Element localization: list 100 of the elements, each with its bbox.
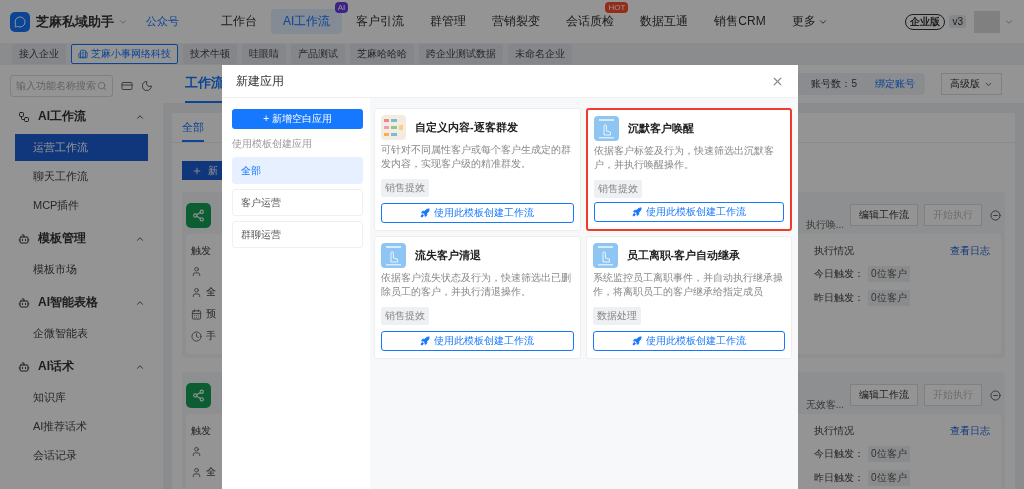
template-title: 员工离职-客户自动继承 (626, 248, 741, 263)
use-template-button[interactable]: 使用此模板创建工作流 (592, 331, 785, 351)
company-tab[interactable]: 技术牛顿 (183, 44, 237, 64)
template-title: 流失客户清退 (415, 248, 481, 263)
stat-label: 今日触发： (814, 447, 864, 461)
company-tab[interactable]: 芝麻小事网络科技 (71, 44, 178, 64)
view-log-link[interactable]: 查看日志 (950, 244, 990, 258)
user-icon (191, 446, 202, 457)
search-icon (97, 81, 107, 91)
stat-value: 0位客户 (868, 266, 910, 282)
stat-label: 今日触发： (814, 267, 864, 281)
hand-pointer-icon (592, 243, 618, 268)
nav-tab[interactable]: 更多 (779, 9, 840, 34)
template-description: 依据客户标签及行为，快速筛选出沉默客户，并执行唤醒操作。 (593, 144, 775, 172)
sidebar-item[interactable]: 模板市场 (15, 256, 148, 283)
sidebar-item[interactable]: AI推荐话术 (15, 413, 148, 440)
trigger-detail: 全 (206, 285, 216, 299)
trigger-detail: 手 (206, 329, 216, 343)
stat-label: 昨日触发： (814, 471, 864, 485)
template-description: 系统监控员工离职事件，并自动执行继承操作，将离职员工的客户继承给指定成员 (592, 271, 784, 299)
nav-badge: AI (334, 2, 349, 13)
nav-tab[interactable]: 数据互通 (628, 9, 701, 34)
stat-value: 0位客户 (868, 446, 910, 462)
robot-icon (18, 232, 30, 245)
trigger-label: 触发 (191, 424, 212, 438)
sidebar-item[interactable]: 聊天工作流 (15, 163, 148, 190)
nav-tab[interactable]: 工作台 (209, 9, 269, 34)
user-icon (191, 266, 202, 277)
dialog-title: 新建应用 (236, 72, 284, 90)
sidebar-item[interactable]: 知识库 (15, 384, 148, 411)
hand-pointer-icon (593, 116, 619, 141)
company-tab[interactable]: 产品测试 (291, 44, 345, 64)
template-description: 依据客户流失状态及行为，快速筛选出已删除员工的客户，并执行清退操作。 (381, 271, 572, 299)
sidebar-group-title[interactable]: AI工作流 (38, 108, 127, 125)
bind-account-link[interactable]: 绑定账号 (875, 77, 915, 91)
template-tag: 销售提效 (381, 179, 429, 197)
nav-tab[interactable]: 销售CRM (702, 9, 778, 34)
trigger-label: 触发 (191, 244, 212, 258)
status-title: 执行情况 (814, 244, 854, 258)
card-icon[interactable] (121, 80, 133, 92)
company-tab[interactable]: 未命名企业 (508, 44, 572, 64)
workflow-description: 无效客... (805, 398, 844, 412)
template-tag: 数据处理 (592, 307, 641, 325)
use-template-button[interactable]: 使用此模板创建工作流 (593, 202, 784, 222)
account-count: 账号数：5 (811, 77, 857, 91)
nav-tab[interactable]: 群管理 (418, 9, 479, 34)
status-title: 执行情况 (814, 424, 854, 438)
plus-icon (192, 165, 202, 176)
view-log-link[interactable]: 查看日志 (950, 424, 990, 438)
user-icon (191, 466, 202, 478)
account-link[interactable]: 公众号 (146, 14, 179, 29)
nav-tab[interactable]: 营销裂变 (480, 9, 553, 34)
edit-workflow-button[interactable]: 编辑工作流 (850, 204, 918, 226)
stat-value: 0位客户 (868, 470, 910, 486)
category-item[interactable]: 全部 (232, 157, 363, 184)
category-item[interactable]: 客户运营 (232, 189, 363, 216)
brand-name: 芝麻私域助手 (36, 12, 114, 31)
company-tab[interactable]: 跨企业测试数据 (419, 44, 503, 64)
sidebar-group-title[interactable]: AI话术 (38, 358, 127, 375)
calendar-icon (191, 308, 202, 320)
plan-select[interactable]: 高级版 (941, 73, 1002, 95)
sidebar-group-title[interactable]: 模板管理 (38, 230, 127, 247)
stat-label: 昨日触发： (814, 291, 864, 305)
sidebar-item[interactable]: MCP插件 (15, 192, 148, 219)
sidebar-item[interactable]: 会话记录 (15, 442, 148, 469)
nav-tab[interactable]: AI工作流 (271, 9, 343, 34)
logo-icon (10, 11, 30, 32)
moon-icon[interactable] (141, 80, 153, 92)
workflow-description: 执行唤... (805, 218, 844, 232)
trigger-detail: 预 (206, 307, 216, 321)
minus-circle-icon[interactable] (990, 389, 1001, 401)
robot-icon (18, 360, 30, 373)
sidebar-item[interactable]: 企微智能表 (15, 320, 148, 347)
template-tag: 销售提效 (593, 180, 642, 198)
rocket-icon (631, 207, 642, 217)
company-tab[interactable]: 接入企业 (12, 44, 66, 64)
hand-pointer-icon (381, 243, 406, 268)
stat-value: 0位客户 (868, 290, 910, 306)
clock-icon (191, 330, 202, 342)
minus-circle-icon[interactable] (990, 209, 1001, 221)
company-tab[interactable]: 芝麻哈哈哈 (350, 44, 414, 64)
rocket-icon (420, 336, 431, 346)
building-icon (78, 49, 88, 59)
category-item[interactable]: 群聊运营 (232, 221, 363, 248)
use-template-button[interactable]: 使用此模板创建工作流 (381, 331, 574, 351)
share-icon (186, 382, 211, 408)
rocket-icon (631, 336, 642, 346)
user-icon (191, 286, 202, 298)
new-blank-app-button[interactable]: + 新增空白应用 (232, 109, 363, 129)
robot-icon (18, 296, 30, 309)
version-badge: v3 (949, 15, 966, 28)
edit-workflow-button[interactable]: 编辑工作流 (850, 384, 918, 406)
trigger-detail: 全 (206, 465, 216, 479)
use-template-button[interactable]: 使用此模板创建工作流 (381, 203, 574, 223)
template-section-label: 使用模板创建应用 (232, 137, 313, 151)
company-tab[interactable]: 哇眼睛 (242, 44, 286, 64)
sidebar-item[interactable]: 运营工作流 (15, 134, 148, 161)
illustration-thumbnail-icon (381, 115, 406, 140)
workflow-icon (18, 110, 30, 123)
sidebar-group-title[interactable]: AI智能表格 (38, 294, 127, 311)
